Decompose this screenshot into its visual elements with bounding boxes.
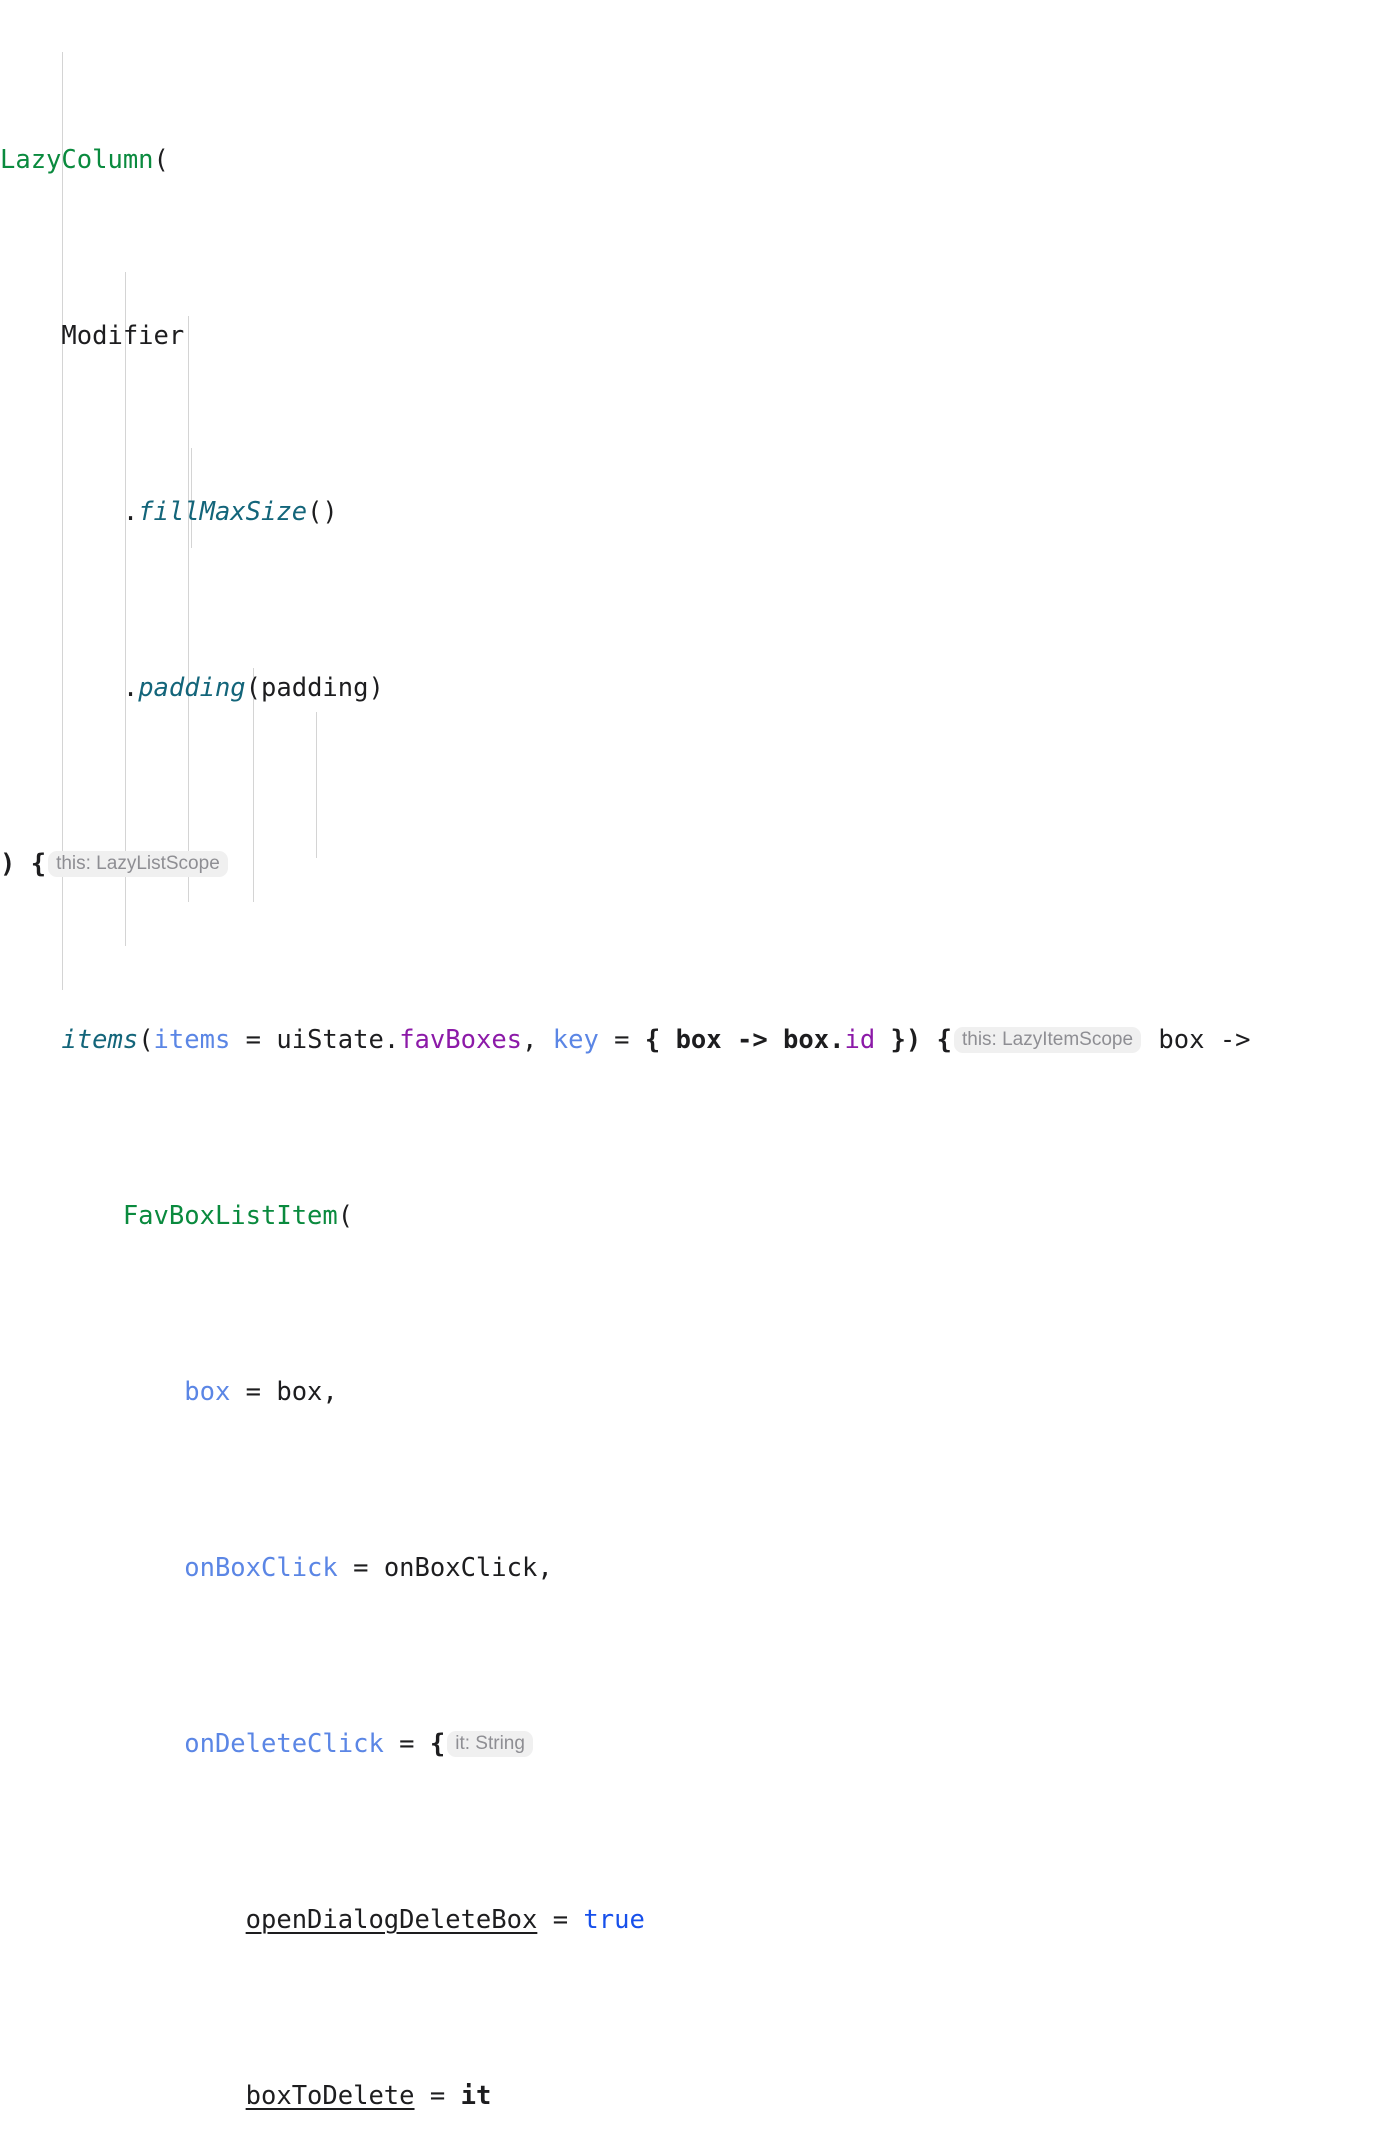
token-favboxlistitem: FavBoxListItem [122, 1201, 338, 1231]
code-line-4[interactable]: .padding(padding) [0, 666, 1374, 710]
token-modifier-1: Modifier [61, 321, 185, 351]
token-open-paren-6: ( [138, 1025, 154, 1055]
token-boxtodelete: boxToDelete [245, 2081, 415, 2111]
token-open-paren-7: ( [337, 1201, 354, 1231]
token-fillmaxsize: fillMaxSize [138, 497, 308, 527]
token-param-ondeleteclick: onDeleteClick [184, 1729, 384, 1759]
code-line-7[interactable]: FavBoxListItem( [0, 1194, 1374, 1238]
token-items-fn: items [61, 1025, 139, 1055]
token-lambda-brace-10: { [429, 1729, 446, 1759]
token-padding-arg: padding [261, 673, 369, 703]
token-param-onboxclick: onBoxClick [184, 1553, 338, 1583]
token-param-key: key [552, 1025, 599, 1055]
token-open-paren-4: ( [245, 673, 262, 703]
code-line-2[interactable]: Modifier [0, 314, 1374, 358]
token-lambda-close-6: } [875, 1025, 906, 1055]
code-line-3[interactable]: .fillMaxSize() [0, 490, 1374, 534]
code-line-9[interactable]: onBoxClick = onBoxClick, [0, 1546, 1374, 1590]
token-lazycolumn: LazyColumn [0, 145, 154, 175]
code-line-5[interactable]: ) {this: LazyListScope [0, 842, 1374, 886]
token-true: true [583, 1905, 645, 1935]
token-onboxclick-value: = onBoxClick, [337, 1553, 553, 1583]
code-line-10[interactable]: onDeleteClick = {it: String [0, 1722, 1374, 1766]
code-line-8[interactable]: box = box, [0, 1370, 1374, 1414]
token-open-paren-1: ( [153, 145, 169, 175]
code-line-12[interactable]: boxToDelete = it [0, 2074, 1374, 2118]
token-parens-3: () [307, 497, 338, 527]
token-it: it [460, 2081, 492, 2111]
token-opendialogdeletebox: openDialogDeleteBox [245, 1905, 538, 1935]
token-close-paren-4: ) [368, 673, 384, 703]
token-tail-6: ) { [905, 1025, 952, 1055]
inlay-hint-lazyitemscope[interactable]: this: LazyItemScope [953, 1027, 1142, 1053]
token-close-brace-open-5: ) { [0, 849, 47, 879]
code-editor[interactable]: LazyColumn( Modifier .fillMaxSize() .pad… [0, 0, 1374, 2111]
code-line-11[interactable]: openDialogDeleteBox = true [0, 1898, 1374, 1942]
token-param-items: items [153, 1025, 231, 1055]
token-box-arrow: box -> [1158, 1025, 1251, 1055]
token-eq-10: = [383, 1729, 430, 1759]
token-dot-4: . [122, 673, 139, 703]
token-lambda-open-6: { box -> box. [644, 1025, 845, 1055]
inlay-hint-it-string[interactable]: it: String [447, 1731, 533, 1757]
token-eq-12: = [414, 2081, 461, 2111]
token-dot-3: . [122, 497, 139, 527]
token-padding-fn: padding [138, 673, 246, 703]
code-line-6[interactable]: items(items = uiState.favBoxes, key = { … [0, 1018, 1374, 1062]
token-eq-6b: = [598, 1025, 645, 1055]
token-comma-6: , [522, 1025, 553, 1055]
code-body[interactable]: LazyColumn( Modifier .fillMaxSize() .pad… [0, 0, 1374, 2136]
token-param-box: box [184, 1377, 231, 1407]
code-line-1[interactable]: LazyColumn( [0, 138, 1374, 182]
token-box-id: id [844, 1025, 876, 1055]
inlay-hint-lazylistscope[interactable]: this: LazyListScope [48, 851, 228, 877]
token-eq-6a: = [230, 1025, 277, 1055]
token-eq-11: = [537, 1905, 584, 1935]
token-uistate: uiState. [276, 1025, 400, 1055]
token-box-value: = box, [230, 1377, 338, 1407]
token-favboxes: favBoxes [399, 1025, 523, 1055]
